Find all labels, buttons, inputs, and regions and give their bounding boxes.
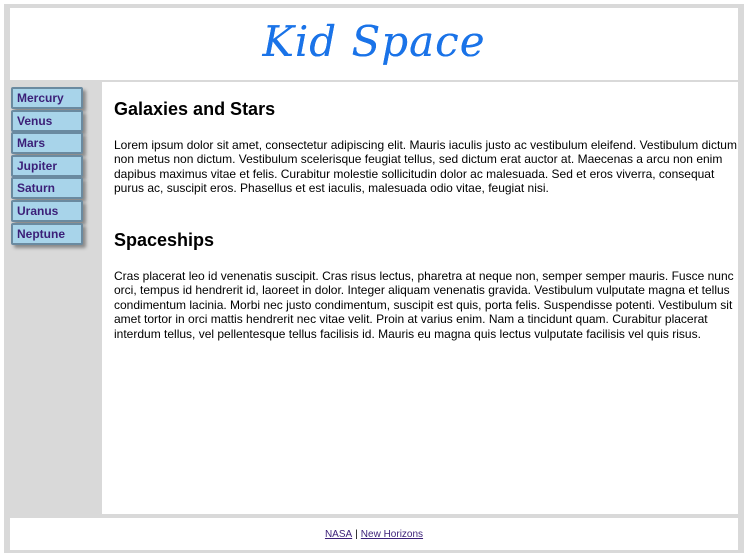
footer-separator: | <box>355 528 358 540</box>
sidebar-item-neptune[interactable]: Neptune <box>11 223 83 245</box>
section-heading-spaceships: Spaceships <box>114 230 215 250</box>
section-heading-galaxies: Galaxies and Stars <box>114 99 276 119</box>
sidebar-item-venus[interactable]: Venus <box>11 110 83 132</box>
site-footer: NASA | New Horizons <box>10 518 738 550</box>
sidebar-item-jupiter[interactable]: Jupiter <box>11 155 83 177</box>
site-header: Kid Space <box>10 8 738 80</box>
footer-link-new-horizons[interactable]: New Horizons <box>361 529 423 540</box>
sidebar-item-mars[interactable]: Mars <box>11 132 83 154</box>
footer-link-nasa[interactable]: NASA <box>325 529 352 540</box>
planet-sidebar: Mercury Venus Mars Jupiter Saturn Uranus… <box>10 84 102 515</box>
section-body-galaxies: Lorem ipsum dolor sit amet, consectetur … <box>114 138 737 196</box>
sidebar-item-mercury[interactable]: Mercury <box>11 87 83 109</box>
site-logo[interactable]: Kid Space <box>262 17 485 66</box>
sidebar-item-uranus[interactable]: Uranus <box>11 200 83 222</box>
page-frame: Kid Space Mercury Venus Mars Jupiter Sat… <box>4 4 744 553</box>
main-content: Galaxies and Stars Lorem ipsum dolor sit… <box>102 82 738 514</box>
section-body-spaceships: Cras placerat leo id venenatis suscipit.… <box>114 269 734 341</box>
sidebar-item-saturn[interactable]: Saturn <box>11 177 83 199</box>
